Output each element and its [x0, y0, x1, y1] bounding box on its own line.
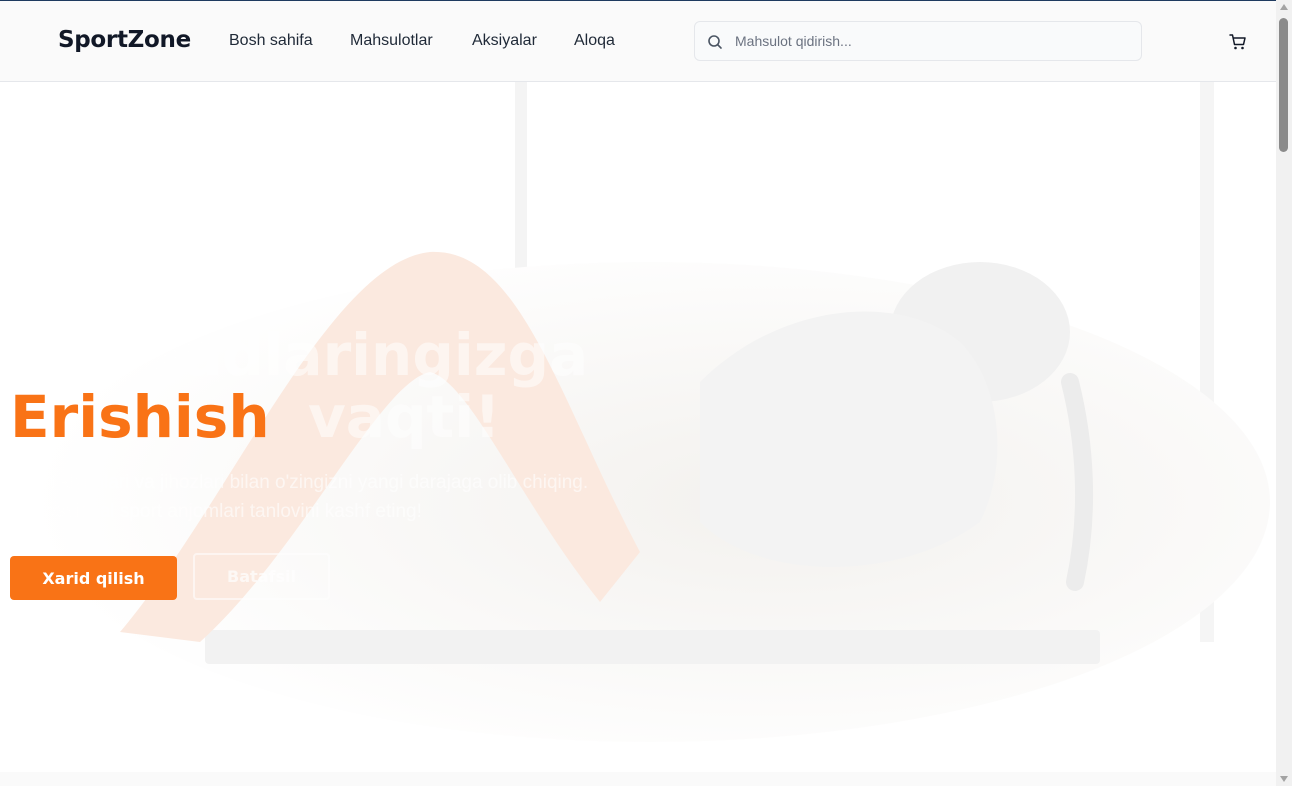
scroll-up-arrow-icon[interactable] — [1280, 4, 1288, 10]
scrollbar-thumb[interactable] — [1279, 18, 1288, 152]
learn-more-button[interactable]: Batafsil — [193, 553, 330, 600]
search-icon — [708, 35, 722, 49]
scroll-down-arrow-icon[interactable] — [1280, 776, 1288, 782]
search-box[interactable] — [694, 21, 1142, 61]
hero-title-accent: Erishish — [10, 383, 270, 451]
nav-link-promotions[interactable]: Aksiyalar — [472, 32, 537, 50]
nav-link-products[interactable]: Mahsulotlar — [350, 32, 433, 50]
search-input[interactable] — [735, 22, 1135, 60]
site-header: SportZone Bosh sahifa Mahsulotlar Aksiya… — [0, 1, 1276, 82]
nav-link-contact[interactable]: Aloqa — [574, 32, 615, 50]
hero-title-rest: vaqti! — [308, 383, 501, 451]
hero-section: Maqsadlaringizga Erishish vaqti! Sport k… — [0, 82, 1276, 786]
shop-now-button[interactable]: Xarid qilish — [10, 556, 177, 600]
hero-title-line1: Maqsadlaringizga — [10, 321, 589, 389]
nav-link-home[interactable]: Bosh sahifa — [229, 32, 313, 50]
site-logo[interactable]: SportZone — [58, 27, 191, 53]
hero-subtitle: Sport kiyimlari va jihozlari bilan o'zin… — [10, 472, 589, 522]
vertical-scrollbar[interactable] — [1276, 0, 1292, 786]
cart-icon[interactable] — [1228, 32, 1248, 52]
